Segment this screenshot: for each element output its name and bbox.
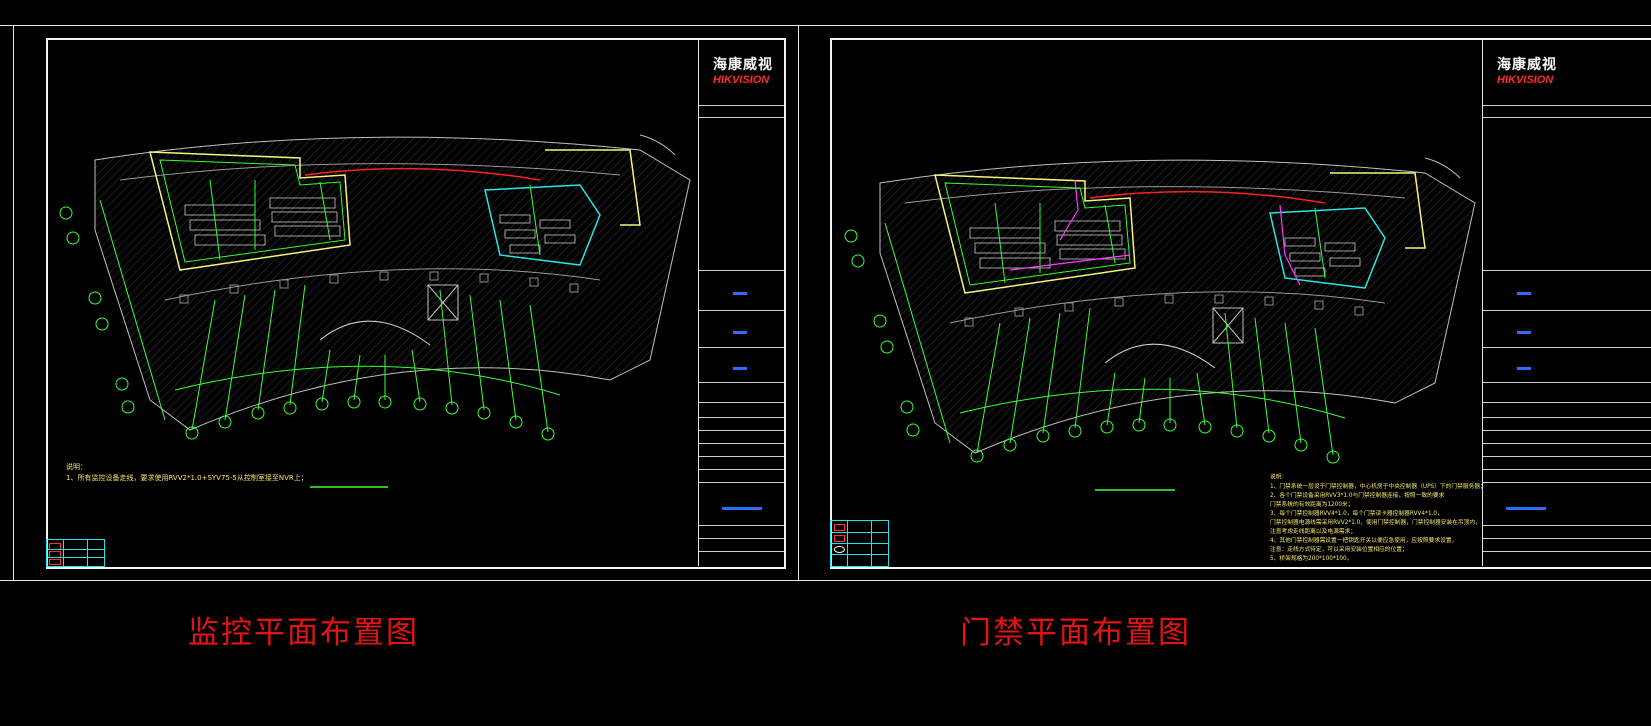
drawing-title-surveillance: 监控平面布置图: [188, 615, 419, 651]
note-line: 1、所有监控设备走线，要求使用RVV2*1.0+SYV75-5从控制室接至NVR…: [66, 474, 308, 482]
note-line: 注意：走线方式待定，可以采用安装位置相应的位置；: [1270, 545, 1408, 553]
note-line: 4、其他门禁控制器需设置一把钥匙开关以便应急使用，应按照要求设置，: [1270, 536, 1458, 544]
note-line: 2、各个门禁设备采用RVV3*1.0与门禁控制器连接，按照一致的要求: [1270, 491, 1445, 499]
note-line: 门禁控制器电源线需采用RVV2*1.0，使用门禁控制器，门禁控制器安装在吊顶内，: [1270, 518, 1481, 526]
drawing-title-access-control: 门禁平面布置图: [960, 615, 1191, 651]
note-heading: 说明：: [66, 463, 87, 471]
note-line: 5、桥架规格为200*100*100。: [1270, 555, 1353, 562]
note-line: 1、门禁系统一层设于门禁控制器，中心机房于中央控制器（UPS）下的门禁服务器；: [1270, 482, 1486, 490]
legend-table-surveillance: [46, 539, 105, 567]
floor-plan-access-control: [844, 157, 1476, 464]
legend-table-access-control: [830, 520, 889, 567]
floor-plan-surveillance: [59, 134, 691, 441]
note-line: 3、每个门禁控制器RVV4*1.0，每个门禁读卡器控制器RVV4*1.0，: [1270, 509, 1443, 517]
note-line: 注意考虑走线距离以及电源需求；: [1270, 527, 1357, 535]
note-line: 门禁系统的有效距离为1200米；: [1270, 500, 1354, 508]
note-heading: 说明：: [1270, 473, 1288, 481]
